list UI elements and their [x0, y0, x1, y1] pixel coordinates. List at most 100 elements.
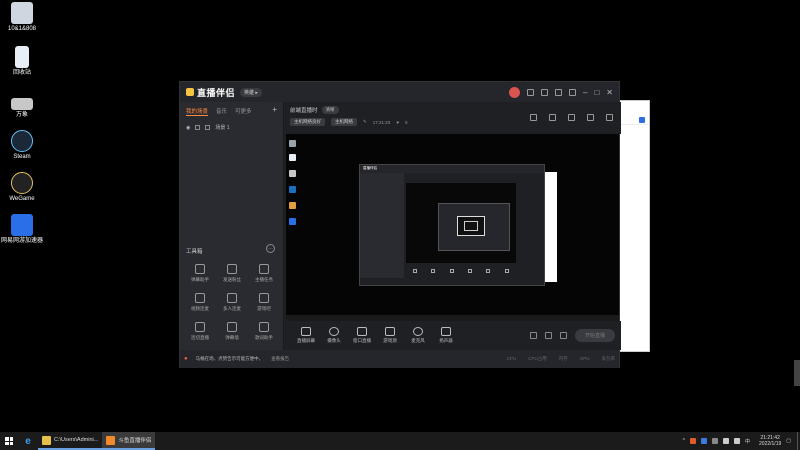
tools-grid: 弹幕助手 发送粉丝 主播任务 视频连麦 多人连麦 游戏吧 连切直播 弹幕墙 歌词… — [184, 264, 280, 364]
drive-icon — [11, 98, 33, 110]
clock[interactable]: 21:21:42 2022/1/19 — [759, 435, 781, 447]
tool-game[interactable]: 游戏吧 — [248, 293, 280, 312]
tool-fans[interactable]: 发送粉丝 — [216, 264, 248, 283]
scene-row[interactable]: ◉ 场景 1 — [180, 121, 283, 134]
preview-title[interactable]: 前端直播时 — [290, 106, 318, 114]
tool-task[interactable]: 主播任务 — [248, 264, 280, 283]
gear-icon[interactable] — [559, 332, 567, 339]
nested-canvas — [406, 183, 516, 263]
menu-icon[interactable] — [569, 88, 576, 96]
preview-canvas[interactable]: 直播伴侣 — [286, 134, 619, 321]
edit-icon[interactable]: ✎ — [363, 119, 367, 125]
tab-more[interactable]: 可更多 — [235, 107, 252, 116]
status-link[interactable]: 查看报告 — [271, 356, 289, 362]
switch-icon — [195, 322, 205, 332]
left-panel: 我的场景 音乐 可更多 + ◉ 场景 1 工具箱 … 弹幕助手 发送粉丝 主播任… — [180, 102, 284, 361]
eye-preview-icon[interactable] — [544, 332, 552, 339]
tray-app-icon[interactable] — [690, 438, 696, 444]
tool-danmaku[interactable]: 弹幕助手 — [184, 264, 216, 283]
edge-icon: e — [25, 435, 31, 447]
desktop-icon-wegame[interactable]: WeGame — [0, 172, 44, 203]
avatar[interactable] — [509, 86, 520, 98]
tool-label: 歌词助手 — [255, 335, 273, 340]
status-stats: CPU CPU占用 内存 GPU 丢包率 — [507, 356, 615, 362]
heart-icon: ♥ — [396, 119, 399, 125]
tray-expand-icon[interactable]: ^ — [683, 438, 685, 444]
edge-taskbar-button[interactable]: e — [18, 432, 38, 450]
start-button[interactable] — [0, 432, 18, 450]
camera-button[interactable]: 摄像头 — [320, 327, 348, 344]
control-label: 扬声器 — [439, 338, 453, 343]
nested-title: 直播伴侣 — [360, 165, 544, 173]
nested-control-icon — [413, 269, 418, 273]
tools-more-icon[interactable]: … — [266, 244, 275, 253]
preview-desktop-icon — [289, 140, 296, 147]
live-companion-window[interactable]: 直播伴侣 英雄 ▸ – □ ✕ 我的场景 音乐 可更多 + ◉ 场景 1 工具箱… — [179, 81, 621, 368]
screen-share-button[interactable]: 直播屏幕 — [292, 327, 320, 344]
tool-wall[interactable]: 弹幕墙 — [216, 322, 248, 341]
tool-lyrics[interactable]: 歌词助手 — [248, 322, 280, 341]
shield-icon[interactable] — [701, 438, 707, 444]
quality-tag[interactable]: 清晰 — [321, 106, 339, 114]
desktop-icon-steam[interactable]: Steam — [0, 130, 44, 161]
game-source-button[interactable]: 游戏源 — [376, 327, 404, 344]
status-bar: ● 马桶在场，点赞告示可能方便中， 查看报告 CPU CPU占用 内存 GPU … — [180, 350, 619, 368]
minimize-icon[interactable]: – — [583, 88, 587, 97]
wall-icon — [227, 322, 237, 332]
microphone-button[interactable]: 麦克风 — [404, 327, 432, 344]
desktop-icon-drive[interactable]: 万象 — [0, 92, 44, 119]
taskbar-item-label: C:\Users\Admini... — [54, 437, 99, 443]
desktop-icon-label: 万象 — [15, 112, 28, 118]
ime-icon[interactable]: 中 — [745, 438, 750, 445]
tool-switch[interactable]: 连切直播 — [184, 322, 216, 341]
control-label: 游戏源 — [383, 338, 397, 343]
bell-icon[interactable] — [587, 114, 594, 121]
tool-video-link[interactable]: 视频连麦 — [184, 293, 216, 312]
taskbar: e C:\Users\Admini... 斗鱼直播伴侣 ^ 中 21:21:42… — [0, 432, 800, 450]
tool-multi-link[interactable]: 多人连麦 — [216, 293, 248, 312]
share-icon[interactable] — [606, 114, 613, 121]
taskbar-item-explorer[interactable]: C:\Users\Admini... — [38, 432, 103, 450]
desktop-icon-recycle-bin[interactable]: 回收站 — [0, 46, 44, 77]
windows-icon — [5, 437, 13, 445]
tab-music[interactable]: 音乐 — [216, 107, 227, 116]
title-badge[interactable]: 英雄 ▸ — [240, 87, 262, 97]
notification-icon[interactable]: ▢ — [786, 438, 791, 444]
scrollbar[interactable] — [794, 360, 800, 386]
lock-icon[interactable] — [195, 125, 201, 130]
nested-control-icon — [449, 269, 454, 273]
desktop-icon-label: WeGame — [9, 196, 35, 202]
chart-icon[interactable] — [549, 114, 556, 121]
stat-item: 丢包率 — [601, 356, 616, 361]
network-icon[interactable] — [723, 438, 729, 444]
tool-label: 连切直播 — [191, 335, 209, 340]
like-count: 0 — [404, 119, 408, 125]
speaker-button[interactable]: 扬声器 — [432, 327, 460, 344]
desktop-icon-uu-accelerator[interactable]: 网易网游加速器 — [0, 214, 44, 245]
volume-icon[interactable] — [734, 438, 740, 444]
desktop-icon-computer[interactable]: 10&1&808 — [0, 2, 44, 33]
close-icon[interactable]: ✕ — [606, 88, 613, 97]
network-chip-2[interactable]: 主机网络 — [331, 118, 357, 126]
tray-app-icon[interactable] — [712, 438, 718, 444]
live-time: 17:21:23 — [372, 119, 391, 125]
window-capture-button[interactable]: 窗口直播 — [348, 327, 376, 344]
maximize-icon[interactable]: □ — [594, 88, 599, 97]
shirt-icon[interactable] — [555, 88, 562, 96]
message-icon[interactable] — [527, 88, 534, 96]
record-icon[interactable] — [529, 332, 537, 339]
preview-desktop-icon — [289, 218, 296, 225]
add-scene-icon[interactable]: + — [272, 106, 277, 116]
start-live-button[interactable]: 开始直播 — [574, 329, 615, 342]
system-tray: ^ 中 21:21:42 2022/1/19 ▢ — [683, 435, 797, 447]
taskbar-item-live-companion[interactable]: 斗鱼直播伴侣 — [102, 432, 156, 450]
eye-icon[interactable]: ◉ — [186, 125, 190, 131]
settings-icon[interactable] — [568, 114, 575, 121]
gift-icon[interactable] — [541, 88, 548, 96]
clock-date: 2022/1/19 — [759, 441, 782, 447]
desktop: 10&1&808 回收站 万象 Steam WeGame 网易网游加速器 直播伴… — [0, 0, 800, 432]
tool-label: 游戏吧 — [257, 306, 271, 311]
tab-my-scene[interactable]: 我的场景 — [186, 107, 209, 116]
tool-label: 弹幕墙 — [225, 335, 239, 340]
gift-box-icon[interactable] — [530, 114, 537, 121]
